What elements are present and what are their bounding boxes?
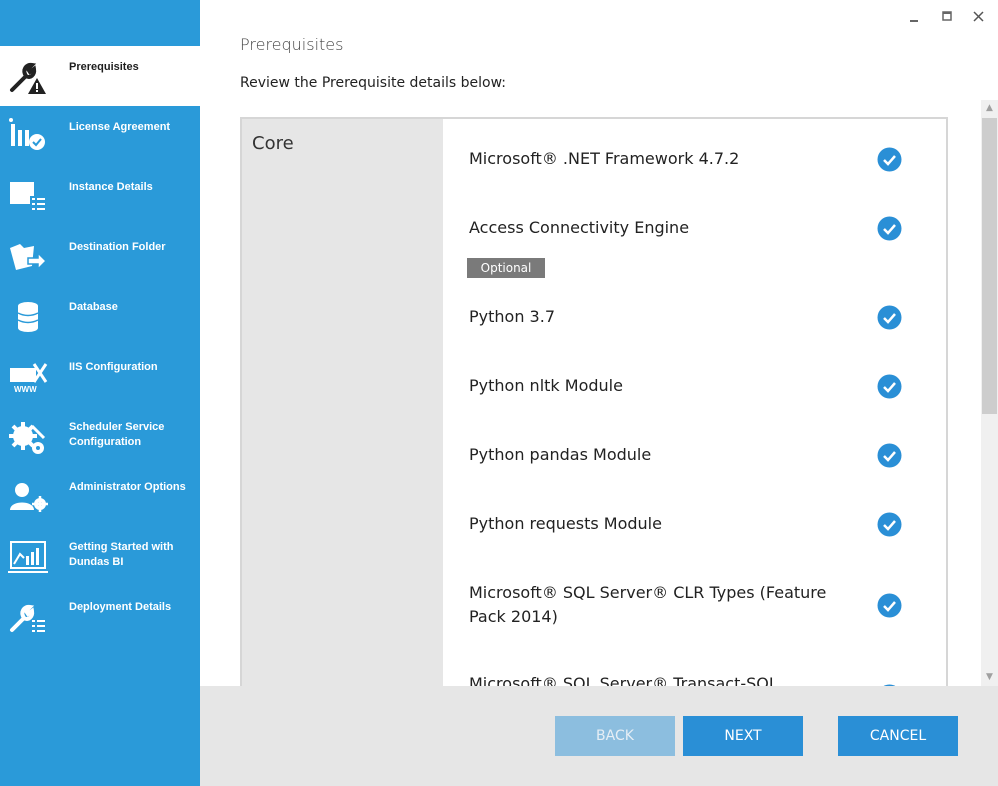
sidebar-item-deployment-details[interactable]: Deployment Details <box>0 586 200 646</box>
vertical-scrollbar[interactable]: ▲ ▼ <box>981 100 998 686</box>
page-subtitle: Review the Prerequisite details below: <box>240 75 506 91</box>
wrench-list-icon <box>10 604 45 632</box>
category-label: Core <box>252 133 294 154</box>
next-button[interactable]: NEXT <box>683 716 803 756</box>
instance-list-icon <box>10 182 46 212</box>
scroll-thumb[interactable] <box>982 118 997 414</box>
sidebar-item-label: Prerequisites <box>69 61 139 73</box>
minimize-icon[interactable] <box>903 6 925 28</box>
svg-text:WWW: WWW <box>14 385 37 394</box>
sidebar-item-label: Scheduler Service Configuration <box>69 421 165 448</box>
sidebar-item-label: Getting Started with Dundas BI <box>69 541 174 568</box>
maximize-icon[interactable] <box>936 6 958 28</box>
cancel-button[interactable]: CANCEL <box>838 716 958 756</box>
close-icon[interactable] <box>968 6 990 28</box>
requirement-name: Microsoft® .NET Framework 4.7.2 <box>469 149 740 168</box>
sidebar-item-label: Administrator Options <box>69 481 186 493</box>
check-icon <box>877 147 902 172</box>
requirement-name: Microsoft® SQL Server® CLR Types (Featur… <box>469 583 827 626</box>
scroll-up-arrow-icon[interactable]: ▲ <box>981 100 998 117</box>
wrench-warning-icon <box>10 62 46 94</box>
sidebar-item-getting-started[interactable]: Getting Started with Dundas BI <box>0 526 200 586</box>
check-icon <box>877 374 902 399</box>
check-icon <box>877 305 902 330</box>
folder-arrow-icon <box>10 244 48 271</box>
sidebar-item-label: Destination Folder <box>69 241 166 253</box>
prerequisites-panel: Core Microsoft® .NET Framework 4.7.2 Acc… <box>240 117 948 686</box>
sidebar-item-instance-details[interactable]: Instance Details <box>0 166 200 226</box>
sidebar-item-scheduler-service-configuration[interactable]: Scheduler Service Configuration <box>0 406 200 466</box>
requirement-name: Microsoft® SQL Server® Transact-SQL <box>469 674 778 686</box>
scroll-down-arrow-icon[interactable]: ▼ <box>981 669 998 686</box>
database-icon <box>17 302 39 332</box>
sidebar-item-label: IIS Configuration <box>69 361 158 373</box>
sidebar-item-label: Deployment Details <box>69 601 172 613</box>
requirement-name: Python 3.7 <box>469 307 555 326</box>
requirement-name: Access Connectivity Engine <box>469 218 690 237</box>
check-icon <box>877 593 902 618</box>
user-gear-icon <box>10 483 48 512</box>
check-icon <box>877 512 902 537</box>
sidebar-item-prerequisites[interactable]: Prerequisites <box>0 46 200 106</box>
requirement-name: Python nltk Module <box>469 376 623 395</box>
page-title: Prerequisites <box>240 35 344 54</box>
footer-bar: BACK NEXT CANCEL <box>200 686 998 786</box>
sidebar-item-administrator-options[interactable]: Administrator Options <box>0 466 200 526</box>
sidebar-item-label: Instance Details <box>69 181 153 193</box>
optional-badge: Optional <box>467 258 545 278</box>
sidebar-item-label: Database <box>69 301 118 313</box>
sidebar-item-license-agreement[interactable]: License Agreement <box>0 106 200 166</box>
chart-screen-icon <box>8 541 48 573</box>
requirement-name: Python pandas Module <box>469 445 652 464</box>
iis-www-icon: WWW <box>10 363 48 394</box>
sidebar-item-destination-folder[interactable]: Destination Folder <box>0 226 200 286</box>
back-button[interactable]: BACK <box>555 716 675 756</box>
license-check-icon <box>9 118 45 150</box>
check-icon <box>877 443 902 468</box>
sidebar: Prerequisites License Agreement Instance… <box>0 0 200 786</box>
sidebar-item-iis-configuration[interactable]: WWW IIS Configuration <box>0 346 200 406</box>
gears-icon <box>9 422 46 454</box>
sidebar-item-label: License Agreement <box>69 121 171 133</box>
check-icon <box>877 216 902 241</box>
category-column: Core <box>242 119 443 686</box>
requirement-name: Python requests Module <box>469 514 662 533</box>
sidebar-item-database[interactable]: Database <box>0 286 200 346</box>
